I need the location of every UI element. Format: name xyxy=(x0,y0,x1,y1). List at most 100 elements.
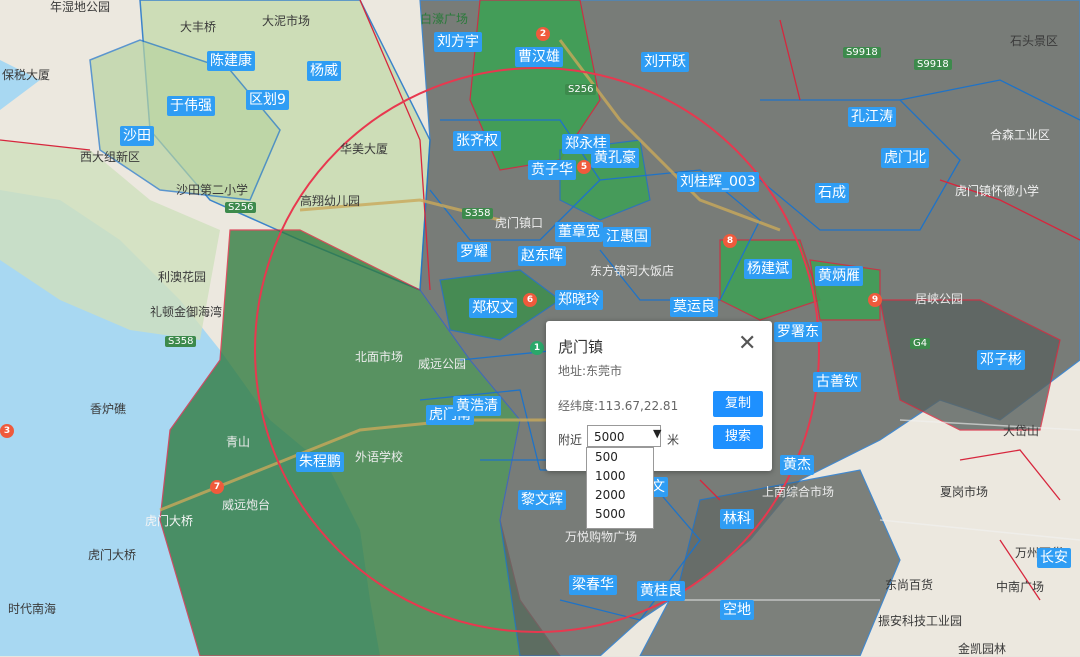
popup-title: 虎门镇 xyxy=(558,338,604,356)
place-name: 白濠广场 xyxy=(420,12,469,26)
territory-label[interactable]: 黎文辉 xyxy=(518,490,566,510)
map-marker[interactable]: 6 xyxy=(523,293,537,307)
chevron-down-icon[interactable]: ▼ xyxy=(653,427,661,440)
territory-label[interactable]: 郑晓玲 xyxy=(555,290,603,310)
place-name: 大岱山 xyxy=(1003,424,1040,438)
territory-label[interactable]: 石成 xyxy=(815,183,849,203)
place-name: 上南综合市场 xyxy=(762,485,835,499)
place-name: 北面市场 xyxy=(355,350,404,364)
territory-label[interactable]: 罗署东 xyxy=(774,322,822,342)
place-name: 沙田第二小学 xyxy=(176,183,249,197)
territory-label[interactable]: 刘开跃 xyxy=(641,52,689,72)
place-name: 保税大厦 xyxy=(2,68,51,82)
territory-label[interactable]: 黄浩清 xyxy=(453,396,501,416)
territory-label[interactable]: 古善钦 xyxy=(813,372,861,392)
territory-label[interactable]: 张齐权 xyxy=(453,131,501,151)
place-name: 威远公园 xyxy=(418,357,467,371)
territory-label[interactable]: 梁春华 xyxy=(569,575,617,595)
territory-label[interactable]: 沙田 xyxy=(120,126,154,146)
radius-select[interactable]: 5000 xyxy=(587,425,661,447)
territory-label[interactable]: 杨建斌 xyxy=(744,259,792,279)
place-name: 夏岗市场 xyxy=(940,485,989,499)
road-label: S256 xyxy=(565,84,597,95)
territory-label[interactable]: 黄孔豪 xyxy=(591,148,639,168)
territory-label[interactable]: 长安 xyxy=(1037,548,1071,568)
radius-option[interactable]: 500 xyxy=(587,448,653,467)
road-label: S256 xyxy=(225,202,257,213)
place-name: 虎门大桥 xyxy=(145,514,194,528)
search-button[interactable]: 搜索 xyxy=(713,425,763,449)
place-name: 石头景区 xyxy=(1010,34,1059,48)
place-name: 东方锦河大饭店 xyxy=(590,264,675,278)
map-marker[interactable]: 5 xyxy=(577,160,591,174)
unit-label: 米 xyxy=(667,433,680,447)
territory-label[interactable]: 贲子华 xyxy=(528,160,576,180)
territory-label[interactable]: 朱程鹏 xyxy=(296,452,344,472)
territory-label[interactable]: 黄炳雁 xyxy=(815,266,863,286)
place-name: 礼顿金御海湾 xyxy=(150,305,223,319)
map-marker[interactable]: 2 xyxy=(536,27,550,41)
radius-option[interactable]: 2000 xyxy=(587,486,653,505)
territory-label[interactable]: 林科 xyxy=(720,509,754,529)
close-icon[interactable]: ✕ xyxy=(738,333,756,355)
place-name: 虎门镇怀德小学 xyxy=(955,184,1040,198)
map-canvas[interactable] xyxy=(0,0,1080,656)
place-name: 香炉礁 xyxy=(90,402,127,416)
place-name: 利澳花园 xyxy=(158,270,207,284)
popup-address: 地址:东莞市 xyxy=(558,364,623,378)
map-marker[interactable]: 3 xyxy=(0,424,14,438)
copy-button[interactable]: 复制 xyxy=(713,391,763,417)
place-name: 中南广场 xyxy=(996,580,1045,594)
road-label: S358 xyxy=(165,336,197,347)
place-name: 虎门大桥 xyxy=(88,548,137,562)
place-name: 华美大厦 xyxy=(340,142,389,156)
place-name: 合森工业区 xyxy=(990,128,1051,142)
place-name: 万悦购物广场 xyxy=(565,530,638,544)
territory-label[interactable]: 黄杰 xyxy=(780,455,814,475)
map-marker[interactable]: 7 xyxy=(210,480,224,494)
territory-label[interactable]: 区划9 xyxy=(246,90,289,110)
place-name: 年湿地公园 xyxy=(50,0,111,14)
territory-label[interactable]: 孔江涛 xyxy=(848,107,896,127)
territory-label[interactable]: 杨威 xyxy=(307,61,341,81)
territory-label[interactable]: 董章宽 xyxy=(555,222,603,242)
place-name: 高翔幼儿园 xyxy=(300,194,361,208)
place-name: 西大组新区 xyxy=(80,150,141,164)
territory-label[interactable]: 郑权文 xyxy=(469,298,517,318)
road-label: G4 xyxy=(910,338,931,349)
place-name: 金凯园林 xyxy=(958,642,1007,656)
place-name: 虎门镇口 xyxy=(495,216,544,230)
territory-label[interactable]: 空地 xyxy=(720,600,754,620)
territory-label[interactable]: 虎门北 xyxy=(881,148,929,168)
popup-coordinates: 经纬度:113.67,22.81 xyxy=(558,399,679,413)
place-name: 振安科技工业园 xyxy=(878,614,963,628)
place-name: 青山 xyxy=(226,435,251,449)
territory-label[interactable]: 陈建康 xyxy=(207,51,255,71)
place-name: 居峡公园 xyxy=(915,292,964,306)
info-popup: 虎门镇 ✕ 地址:东莞市 经纬度:113.67,22.81 复制 附近 5000… xyxy=(546,321,772,471)
radius-option[interactable]: 1000 xyxy=(587,467,653,486)
place-name: 时代南海 xyxy=(8,602,57,616)
map-marker[interactable]: 8 xyxy=(723,234,737,248)
territory-label[interactable]: 赵东晖 xyxy=(518,246,566,266)
territory-label[interactable]: 刘桂辉_003 xyxy=(677,172,759,192)
territory-label[interactable]: 江惠国 xyxy=(603,227,651,247)
place-name: 大泥市场 xyxy=(262,14,311,28)
place-name: 威远炮台 xyxy=(222,498,271,512)
territory-label[interactable]: 莫运良 xyxy=(670,297,718,317)
territory-label[interactable]: 罗耀 xyxy=(457,242,491,262)
road-label: S358 xyxy=(462,208,494,219)
road-label: S9918 xyxy=(914,59,952,70)
territory-label[interactable]: 黄桂良 xyxy=(637,581,685,601)
territory-label[interactable]: 刘方宇 xyxy=(434,32,482,52)
near-label: 附近 xyxy=(558,433,583,447)
road-label: S9918 xyxy=(843,47,881,58)
radius-option[interactable]: 5000 xyxy=(587,505,653,524)
radius-dropdown: 500 1000 2000 5000 xyxy=(586,447,654,529)
map-marker[interactable]: 1 xyxy=(530,341,544,355)
territory-label[interactable]: 邓子彬 xyxy=(977,350,1025,370)
place-name: 大丰桥 xyxy=(180,20,217,34)
map-marker[interactable]: 9 xyxy=(868,293,882,307)
territory-label[interactable]: 曹汉雄 xyxy=(515,47,563,67)
territory-label[interactable]: 于伟强 xyxy=(167,96,215,116)
